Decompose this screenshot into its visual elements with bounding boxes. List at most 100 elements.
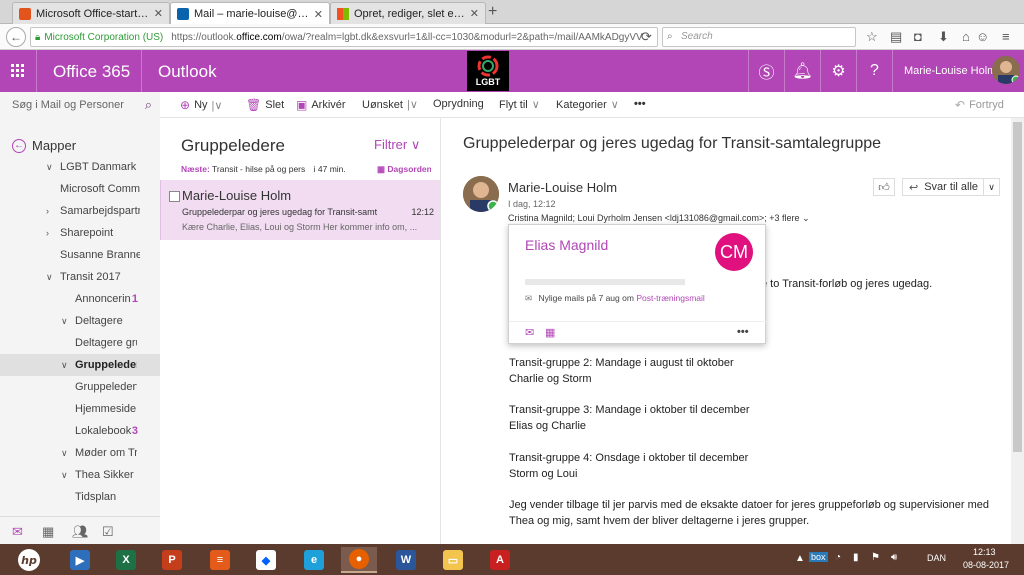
input-language[interactable]: DAN (927, 553, 946, 563)
chevron-down-icon[interactable]: ∨ (983, 179, 999, 195)
excel-icon[interactable]: X (108, 547, 144, 573)
sidebar-item-gruppeledere[interactable]: ∨Gruppeledere (0, 354, 160, 376)
clock-time[interactable]: 12:13 (973, 547, 996, 557)
sidebar-item-sharepoint[interactable]: › Sharepoint (0, 222, 160, 244)
recipients[interactable]: Cristina Magnild; Loui Dyrholm Jensen <l… (508, 213, 810, 224)
scrollbar[interactable] (1011, 118, 1024, 544)
user-name[interactable]: Marie-Louise Holm (904, 65, 996, 77)
move-to-button[interactable]: Flyt til ∨ (499, 98, 540, 112)
close-tab-icon[interactable]: ✕ (314, 8, 323, 21)
reload-icon[interactable]: ⟳ (641, 29, 652, 45)
close-tab-icon[interactable]: ✕ (154, 7, 163, 20)
tasks-icon[interactable]: ☑ (102, 524, 114, 540)
menu-icon[interactable]: ≡ (1002, 29, 1010, 44)
bell-icon[interactable]: 🔔︎ (784, 50, 820, 92)
sidebar-item-hjemmeside[interactable]: Hjemmeside (0, 398, 160, 420)
next-event[interactable]: Næste: Transit - hilse på og pers i 47 m… (181, 164, 431, 174)
url-bar[interactable]: 🔒︎ Microsoft Corporation (US) https://ou… (30, 27, 658, 47)
filter-button[interactable]: Filtrer ∨ (374, 137, 420, 153)
sweep-button[interactable]: Oprydning (433, 98, 484, 110)
chevron-down-icon[interactable]: ∨ (61, 470, 68, 481)
chevron-right-icon[interactable]: › (46, 206, 49, 216)
categories-button[interactable]: Kategorier ∨ (556, 98, 619, 112)
recent-mail-link[interactable]: Post-træningsmail (636, 293, 705, 303)
acrobat-icon[interactable]: A (482, 547, 518, 573)
junk-button[interactable]: Uønsket |∨ (362, 98, 418, 112)
sidebar-item-deltagere[interactable]: ∨ Deltagere (0, 310, 160, 332)
home-icon[interactable]: ⌂ (962, 29, 970, 44)
chevron-down-icon[interactable]: ∨ (61, 360, 68, 371)
media-player-icon[interactable]: ▶ (62, 547, 98, 573)
office365-title[interactable]: Office 365 (53, 62, 130, 82)
sidebar-item-deltagere-gru[interactable]: Deltagere gru (0, 332, 160, 354)
skype-icon[interactable]: Ⓢ (748, 50, 784, 92)
select-checkbox[interactable] (169, 191, 180, 202)
sidebar-item-microsoft-commu[interactable]: Microsoft Commu (0, 178, 160, 200)
wifi-icon[interactable]: ◔ (835, 552, 841, 563)
sidebar-item-thea-sikker-re[interactable]: ∨Thea Sikker Re (0, 464, 160, 486)
chevron-down-icon[interactable]: ∨ (61, 448, 68, 459)
archive-button[interactable]: ▣ Arkivér (296, 98, 346, 112)
sidebar-item-transit-2017[interactable]: ∨ Transit 2017 (0, 266, 160, 288)
people-icon[interactable]: 👥︎ (72, 524, 89, 540)
more-options-icon[interactable]: ••• (737, 326, 749, 338)
extension-icon[interactable]: ☺ (976, 29, 989, 44)
new-button[interactable]: ⊕ Ny |∨ (180, 98, 222, 112)
avatar[interactable] (992, 56, 1020, 84)
gear-icon[interactable]: ⚙ (820, 50, 856, 92)
chevron-right-icon[interactable]: › (46, 228, 49, 238)
sidebar-item-tidsplan[interactable]: Tidsplan (0, 486, 160, 508)
outlook-title[interactable]: Outlook (158, 62, 217, 82)
mail-icon[interactable]: ✉ (12, 524, 23, 540)
contact-name[interactable]: Elias Magnild (525, 237, 608, 253)
chevron-down-icon[interactable]: ∨ (61, 316, 68, 327)
chevron-down-icon[interactable]: ∨ (46, 272, 53, 283)
search-icon[interactable]: ⌕ (145, 97, 152, 113)
audio-app-icon[interactable]: ≡ (202, 547, 238, 573)
chevron-down-icon[interactable]: ⌄ (802, 213, 810, 223)
sender-name[interactable]: Marie-Louise Holm (508, 180, 617, 195)
reply-all-button[interactable]: ↩ Svar til alle ∨ (902, 178, 1000, 196)
browser-tab-mail[interactable]: Mail – marie-louise@lgbt.dk ✕ (170, 2, 330, 25)
sidebar-item-annoncerin[interactable]: Annoncerin 1 (0, 288, 160, 310)
show-hidden-icon[interactable]: ▲ (795, 553, 805, 564)
search-input[interactable]: Søg i Mail og Personer ⌕ (0, 92, 160, 118)
calendar-icon[interactable]: ▦ (42, 524, 54, 540)
like-icon[interactable]: 👍︎ (873, 178, 895, 196)
pocket-icon[interactable]: ◘ (914, 29, 922, 44)
download-icon[interactable]: ⬇ (938, 29, 949, 45)
internet-explorer-icon[interactable]: e (296, 547, 332, 573)
more-recipients-link[interactable]: +3 flere (769, 213, 799, 223)
firefox-icon[interactable]: ● (341, 547, 377, 573)
sidebar-item-møder-om-tra[interactable]: ∨Møder om Tra (0, 442, 160, 464)
sender-avatar[interactable] (463, 176, 499, 212)
reading-list-icon[interactable]: ▤ (890, 29, 902, 45)
sidebar-item-susanne-branner[interactable]: Susanne Branner (0, 244, 160, 266)
chevron-down-icon[interactable]: ∨ (46, 162, 53, 173)
sidebar-item-lokalebook[interactable]: Lokalebook 3 (0, 420, 160, 442)
hp-start-icon[interactable]: hp (0, 544, 58, 575)
list-item[interactable]: Marie-Louise Holm Gruppelederpar og jere… (160, 180, 440, 240)
file-explorer-icon[interactable]: ▭ (435, 547, 471, 573)
battery-icon[interactable]: ▮ (853, 552, 859, 563)
more-options-icon[interactable]: ••• (634, 98, 646, 110)
sidebar-item-gruppeledertr[interactable]: Gruppeledertr (0, 376, 160, 398)
sidebar-item-samarbejdspartn[interactable]: › Samarbejdspartn (0, 200, 160, 222)
calendar-icon[interactable]: ▦ (545, 326, 555, 339)
mail-icon[interactable]: ✉ (525, 326, 534, 339)
word-icon[interactable]: W (388, 547, 424, 573)
close-tab-icon[interactable]: ✕ (470, 7, 479, 20)
browser-tab-office[interactable]: Microsoft Office-startside ✕ (12, 2, 170, 24)
dropbox-icon[interactable]: ◆ (248, 547, 284, 573)
delete-button[interactable]: 🗑︎ Slet (246, 98, 284, 112)
sidebar-item-lgbt-danmark[interactable]: ∨ LGBT Danmark (0, 156, 160, 178)
volume-icon[interactable]: 🔊︎ (891, 552, 897, 563)
new-tab-icon[interactable]: + (488, 3, 497, 21)
undo-button[interactable]: ↶ Fortryd (955, 98, 1004, 112)
bookmark-star-icon[interactable]: ☆ (866, 29, 878, 45)
folders-header[interactable]: ← Mapper (12, 138, 76, 153)
collapse-icon[interactable]: ← (12, 138, 26, 153)
back-icon[interactable]: ← (6, 27, 26, 47)
scrollbar-thumb[interactable] (1013, 122, 1022, 452)
clock-date[interactable]: 08-08-2017 (963, 560, 1009, 570)
